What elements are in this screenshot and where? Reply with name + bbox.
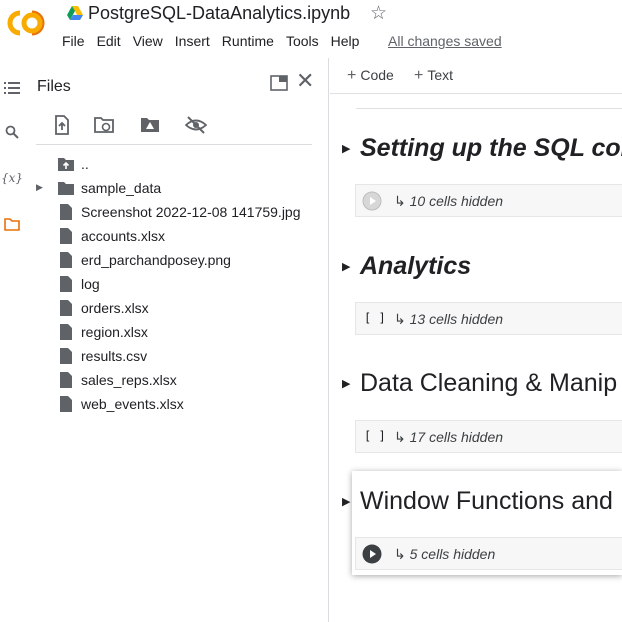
list-item[interactable]: sales_reps.xlsx <box>26 368 326 392</box>
menu-view[interactable]: View <box>133 33 163 49</box>
hidden-cells-bar[interactable]: ↳ 10 cells hidden <box>355 184 622 217</box>
add-code-button[interactable]: + Code <box>347 67 394 85</box>
list-item[interactable]: web_events.xlsx <box>26 392 326 416</box>
file-icon <box>60 300 72 316</box>
chevron-right-icon[interactable]: ▶ <box>36 182 43 193</box>
list-item[interactable]: region.xlsx <box>26 320 326 344</box>
hidden-cells-count: ↳ 17 cells hidden <box>394 429 504 445</box>
section-heading: Data Cleaning & Manip <box>360 369 618 397</box>
chevron-right-icon[interactable]: ▶ <box>342 142 350 155</box>
file-label: orders.xlsx <box>81 300 149 316</box>
hidden-cells-count: ↳ 13 cells hidden <box>394 311 504 327</box>
menu-bar: File Edit View Insert Runtime Tools Help <box>62 33 371 49</box>
cell-brackets: [ ] <box>364 311 386 325</box>
list-item[interactable]: results.csv <box>26 344 326 368</box>
file-icon <box>60 396 72 412</box>
file-icon <box>60 276 72 292</box>
folder-icon[interactable] <box>2 214 22 234</box>
colab-logo[interactable] <box>6 8 46 38</box>
list-item[interactable]: ▶ sample_data <box>26 176 326 200</box>
add-code-label: Code <box>360 67 394 83</box>
file-label: Screenshot 2022-12-08 141759.jpg <box>81 204 301 220</box>
section-heading: Setting up the SQL con <box>360 134 622 162</box>
hidden-cells-count: ↳ 5 cells hidden <box>394 546 496 562</box>
list-item[interactable]: log <box>26 272 326 296</box>
toc-icon[interactable] <box>2 78 22 98</box>
file-icon <box>60 204 72 220</box>
menu-edit[interactable]: Edit <box>97 33 121 49</box>
section-heading: Window Functions and <box>360 487 613 515</box>
file-label: web_events.xlsx <box>81 396 184 412</box>
file-icon <box>60 348 72 364</box>
add-text-button[interactable]: + Text <box>414 67 453 85</box>
chevron-right-icon[interactable]: ▶ <box>342 377 350 390</box>
add-text-label: Text <box>427 67 454 83</box>
variables-icon[interactable]: {x} <box>1 168 23 188</box>
notebook-toolbar: + Code + Text <box>330 58 622 94</box>
hidden-cells-bar[interactable]: ↳ 5 cells hidden <box>355 537 622 570</box>
hide-icon[interactable] <box>185 114 207 136</box>
app-header: PostgreSQL-DataAnalytics.ipynb ☆ File Ed… <box>0 0 622 58</box>
file-label: sample_data <box>81 180 162 196</box>
file-label: sales_reps.xlsx <box>81 372 177 388</box>
folder-icon <box>58 182 74 195</box>
file-label: accounts.xlsx <box>81 228 166 244</box>
google-drive-icon[interactable] <box>67 6 83 20</box>
list-item[interactable]: accounts.xlsx <box>26 224 326 248</box>
file-label: log <box>81 276 100 292</box>
save-status-link[interactable]: All changes saved <box>388 33 502 49</box>
file-label: .. <box>81 156 89 172</box>
plus-icon: + <box>347 67 357 84</box>
divider <box>36 144 312 145</box>
menu-runtime[interactable]: Runtime <box>222 33 274 49</box>
file-icon <box>60 372 72 388</box>
notebook-area: + Code + Text ▶ Setting up the SQL con ↳ 1… <box>330 58 622 622</box>
file-icon <box>60 228 72 244</box>
list-item[interactable]: erd_parchandposey.png <box>26 248 326 272</box>
file-icon <box>60 252 72 268</box>
run-cell-icon[interactable] <box>362 544 382 564</box>
close-icon[interactable]: ✕ <box>296 70 314 92</box>
chevron-right-icon[interactable]: ▶ <box>342 495 350 508</box>
plus-icon: + <box>414 67 424 84</box>
list-item[interactable]: .. <box>26 152 326 176</box>
menu-insert[interactable]: Insert <box>175 33 210 49</box>
upload-icon[interactable] <box>51 114 73 136</box>
refresh-icon[interactable] <box>93 114 115 136</box>
list-item[interactable]: orders.xlsx <box>26 296 326 320</box>
menu-help[interactable]: Help <box>331 33 360 49</box>
file-label: erd_parchandposey.png <box>81 252 231 268</box>
star-icon[interactable]: ☆ <box>370 2 387 25</box>
folder-up-icon <box>58 158 74 171</box>
hidden-cells-count: ↳ 10 cells hidden <box>394 193 504 209</box>
list-item[interactable]: Screenshot 2022-12-08 141759.jpg <box>26 200 326 224</box>
divider <box>356 108 622 109</box>
menu-file[interactable]: File <box>62 33 85 49</box>
file-label: results.csv <box>81 348 148 364</box>
section-heading: Analytics <box>360 252 472 280</box>
open-in-tab-icon[interactable] <box>270 75 288 91</box>
files-title: Files <box>37 78 71 95</box>
left-rail: {x} <box>0 58 26 622</box>
hidden-cells-bar[interactable]: [ ] ↳ 13 cells hidden <box>355 302 622 335</box>
cell-brackets: [ ] <box>364 429 386 443</box>
file-icon <box>60 324 72 340</box>
notebook-title[interactable]: PostgreSQL-DataAnalytics.ipynb <box>88 3 350 24</box>
menu-tools[interactable]: Tools <box>286 33 319 49</box>
chevron-right-icon[interactable]: ▶ <box>342 260 350 273</box>
search-icon[interactable] <box>2 122 22 142</box>
run-cell-icon[interactable] <box>362 191 382 211</box>
mount-drive-icon[interactable] <box>139 114 161 136</box>
file-label: region.xlsx <box>81 324 148 340</box>
hidden-cells-bar[interactable]: [ ] ↳ 17 cells hidden <box>355 420 622 453</box>
files-panel: Files ✕ .. ▶ sample_data Screenshot 2022… <box>26 58 329 622</box>
